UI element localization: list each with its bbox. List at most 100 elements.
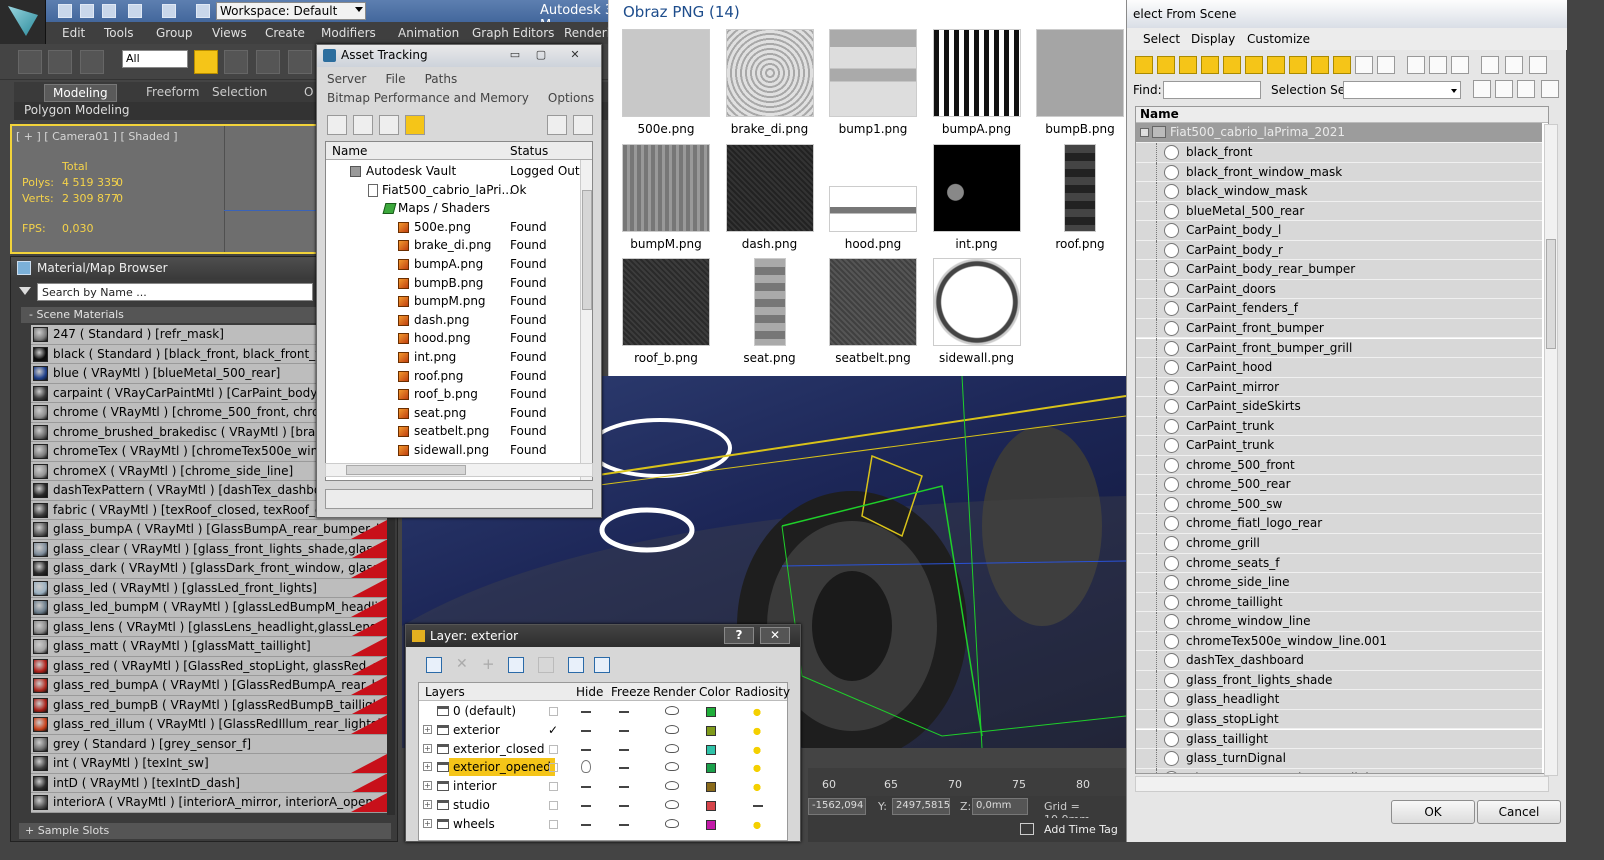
png-thumbnail[interactable]: 500e.png: [619, 29, 713, 136]
menu-modifiers[interactable]: Modifiers: [321, 26, 376, 40]
display-invert-icon[interactable]: [1451, 56, 1469, 74]
asset-file-row[interactable]: seatbelt.png Found: [326, 422, 582, 441]
select-object-icon[interactable]: [194, 50, 218, 74]
radiosity-icon[interactable]: [749, 741, 765, 756]
asset-file-row[interactable]: roof_b.png Found: [326, 385, 582, 404]
open-file-icon[interactable]: [80, 4, 94, 18]
expand-icon[interactable]: +: [423, 724, 432, 734]
sync-selection-icon[interactable]: [1541, 80, 1559, 98]
redo-icon[interactable]: [162, 4, 176, 18]
asset-file-row[interactable]: int.png Found: [326, 348, 582, 367]
radiosity-icon[interactable]: [749, 779, 765, 794]
scene-object-row[interactable]: chrome_seats_f: [1136, 553, 1542, 574]
current-layer-checkbox[interactable]: [549, 782, 558, 792]
menu-paths[interactable]: Paths: [425, 72, 458, 86]
png-thumbnail[interactable]: dash.png: [723, 143, 817, 251]
scene-object-row[interactable]: chrome_window_line: [1136, 612, 1542, 633]
select-invert-icon[interactable]: [1517, 80, 1535, 98]
display-hidden-icon[interactable]: [1377, 56, 1395, 74]
display-containers-icon[interactable]: [1333, 56, 1351, 74]
radiosity-icon[interactable]: [749, 816, 765, 831]
scene-object-row[interactable]: CarPaint_front_bumper: [1136, 318, 1542, 339]
freeze-toggle[interactable]: [619, 823, 629, 826]
freeze-toggle[interactable]: [619, 748, 629, 751]
material-item[interactable]: glass_led ( VRayMtl ) [glassLed_front_li…: [31, 578, 387, 598]
menu-server[interactable]: Server: [327, 72, 366, 86]
png-thumbnail[interactable]: brake_di.png: [723, 29, 817, 136]
scene-file-row[interactable]: Fiat500_cabrio_laPri... Ok: [326, 181, 582, 200]
material-item[interactable]: glass_dark ( VRayMtl ) [glassDark_front_…: [31, 559, 387, 579]
layer-color-swatch[interactable]: [706, 782, 716, 793]
layer-row[interactable]: 0 (default): [419, 702, 787, 721]
png-thumbnail[interactable]: sidewall.png: [930, 258, 1024, 365]
material-item[interactable]: interiorA ( VRayMtl ) [interiorA_mirror,…: [31, 793, 387, 813]
layer-color-swatch[interactable]: [706, 801, 716, 811]
scene-object-row[interactable]: glass_front_lights_shade: [1136, 670, 1542, 691]
material-search-input[interactable]: Search by Name ...: [37, 283, 313, 301]
render-teapot-icon[interactable]: [665, 706, 679, 715]
vault-row[interactable]: Autodesk Vault Logged Out ...: [326, 162, 592, 181]
name-column-header[interactable]: Name: [1136, 107, 1548, 123]
add-time-tag-button[interactable]: Add Time Tag: [1044, 823, 1118, 836]
menu-animation[interactable]: Animation: [398, 26, 459, 40]
filter-icon[interactable]: [1481, 56, 1499, 74]
scene-object-row[interactable]: chrome_grill: [1136, 534, 1542, 554]
scene-scroll-thumb[interactable]: [1546, 239, 1556, 349]
material-item[interactable]: intD ( VRayMtl ) [texIntD_dash]: [31, 773, 387, 793]
asset-file-row[interactable]: seat.png Found: [326, 404, 582, 423]
png-thumbnail[interactable]: bumpB.png: [1033, 29, 1127, 136]
bind-spacewarp-icon[interactable]: [80, 50, 104, 74]
create-layer-icon[interactable]: [426, 657, 442, 673]
col-layers[interactable]: Layers: [425, 685, 465, 699]
workspace-dropdown[interactable]: Workspace: Default: [216, 2, 366, 20]
x-coordinate-field[interactable]: -1562,094: [808, 798, 866, 815]
expand-icon[interactable]: +: [423, 762, 432, 772]
select-none-icon[interactable]: [1495, 80, 1513, 98]
render-teapot-icon[interactable]: [665, 724, 679, 734]
col-freeze[interactable]: Freeze: [611, 685, 650, 699]
delete-layer-icon[interactable]: ✕: [456, 657, 472, 673]
help-button[interactable]: ?: [724, 627, 754, 644]
filter-2-icon[interactable]: [1505, 56, 1523, 74]
current-layer-checkbox[interactable]: [549, 744, 558, 754]
y-coordinate-field[interactable]: 2497,5815: [892, 798, 950, 815]
scene-object-row[interactable]: black_window_mask: [1136, 182, 1542, 203]
lightbulb-icon[interactable]: [581, 760, 591, 774]
asset-file-row[interactable]: dash.png Found: [326, 311, 582, 330]
scene-object-row[interactable]: CarPaint_front_bumper_grill: [1136, 338, 1542, 359]
asset-file-row[interactable]: brake_di.png Found: [326, 236, 582, 255]
asset-file-row[interactable]: hood.png Found: [326, 329, 582, 348]
freeze-toggle[interactable]: [619, 767, 629, 770]
refresh-icon[interactable]: [327, 115, 347, 135]
current-layer-checkbox[interactable]: [549, 763, 558, 773]
select-layer-objects-icon[interactable]: [508, 657, 524, 673]
current-layer-checkbox[interactable]: [549, 801, 558, 810]
render-teapot-icon[interactable]: [665, 781, 679, 791]
hide-toggle[interactable]: [581, 823, 591, 826]
layer-row[interactable]: + exterior ✓: [419, 721, 787, 740]
help-icon[interactable]: [573, 115, 593, 135]
material-item[interactable]: glass_bumpA ( VRayMtl ) [GlassBumpA_rear…: [31, 520, 387, 540]
asset-path-field[interactable]: [325, 489, 593, 509]
scene-object-row[interactable]: chrome_side_line: [1136, 573, 1542, 594]
maps-folder-row[interactable]: Maps / Shaders: [326, 199, 582, 218]
radiosity-icon[interactable]: [749, 704, 765, 718]
display-bones-icon[interactable]: [1311, 56, 1329, 74]
material-item[interactable]: int ( VRayMtl ) [texInt_sw]: [31, 754, 387, 774]
scene-object-row[interactable]: CarPaint_trunk: [1136, 436, 1542, 457]
select-all-icon[interactable]: [1473, 80, 1491, 98]
layer-color-swatch[interactable]: [706, 707, 716, 717]
radiosity-icon[interactable]: [749, 760, 765, 775]
current-layer-checkbox[interactable]: [549, 819, 558, 829]
asset-scroll-thumb[interactable]: [582, 190, 592, 310]
asset-hscroll-thumb[interactable]: [346, 465, 466, 475]
menu-views[interactable]: Views: [212, 26, 247, 40]
undo-icon[interactable]: [128, 4, 142, 18]
scene-object-row[interactable]: glass_turnDignal: [1136, 749, 1542, 770]
png-thumbnail[interactable]: seatbelt.png: [826, 258, 920, 365]
scene-object-row[interactable]: CarPaint_fenders_f: [1136, 299, 1542, 320]
tab-freeform[interactable]: Freeform: [138, 84, 207, 102]
radiosity-toggle[interactable]: [753, 805, 763, 807]
col-color[interactable]: Color: [699, 685, 730, 699]
material-item[interactable]: glass_led_bumpM ( VRayMtl ) [glassLedBum…: [31, 598, 387, 618]
